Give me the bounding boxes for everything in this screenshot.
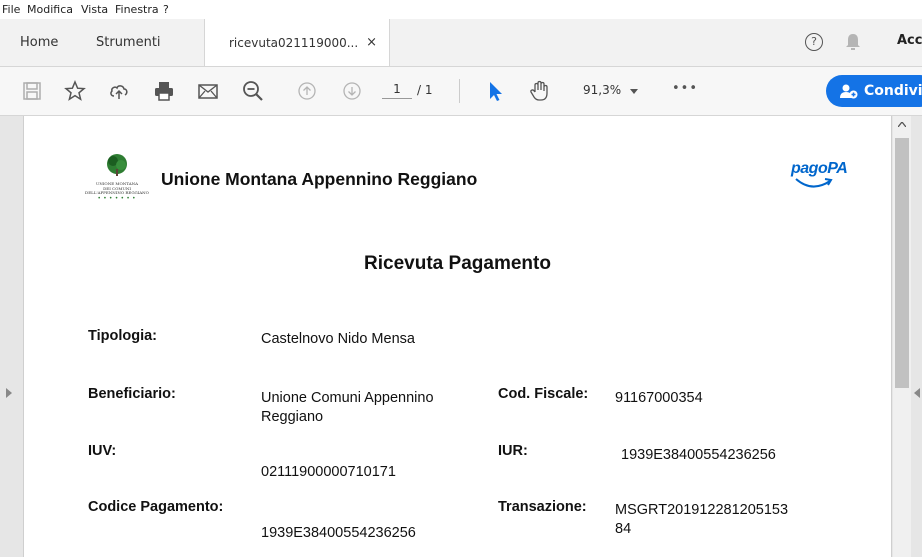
- document-area: UNIONE MONTANA DEI COMUNI DELL'APPENNINO…: [0, 116, 922, 557]
- transazione-label: Transazione:: [498, 499, 587, 515]
- toolbar-divider: [459, 79, 460, 103]
- tipologia-label: Tipologia:: [88, 328, 158, 344]
- transazione-line-1: MSGRT201912281205153: [615, 502, 789, 518]
- beneficiario-line-1: Unione Comuni Appennino: [261, 390, 434, 406]
- tab-document-label: ricevuta021119000...: [229, 35, 359, 50]
- tab-home-label: Home: [20, 35, 59, 50]
- transazione-value: MSGRT201912281205153 84: [615, 501, 788, 539]
- tab-home[interactable]: Home: [20, 19, 58, 66]
- menu-vista[interactable]: Vista: [81, 3, 108, 16]
- logo-line-3: DELL'APPENNINO REGGIANO: [85, 190, 149, 195]
- document-title: Ricevuta Pagamento: [364, 253, 551, 274]
- help-icon[interactable]: ?: [805, 33, 823, 51]
- menu-file[interactable]: File: [2, 3, 20, 16]
- cod-fiscale-value: 91167000354: [615, 390, 703, 406]
- share-button[interactable]: Condivi: [826, 75, 922, 107]
- share-button-label: Condivi: [864, 83, 922, 99]
- menu-bar: File Modifica Vista Finestra ?: [0, 0, 922, 19]
- union-logo: UNIONE MONTANA DEI COMUNI DELL'APPENNINO…: [84, 153, 150, 202]
- menu-finestra[interactable]: Finestra: [115, 3, 159, 16]
- iur-label: IUR:: [498, 443, 528, 459]
- account-label[interactable]: Acc: [897, 33, 922, 48]
- save-icon[interactable]: [20, 79, 44, 103]
- print-icon[interactable]: [152, 79, 176, 103]
- iuv-label: IUV:: [88, 443, 117, 459]
- tab-strumenti[interactable]: Strumenti: [96, 19, 161, 66]
- pdf-page: UNIONE MONTANA DEI COMUNI DELL'APPENNINO…: [23, 116, 892, 557]
- close-tab-icon[interactable]: ×: [366, 35, 377, 50]
- organization-name: Unione Montana Appennino Reggiano: [161, 169, 478, 189]
- tree-logo-icon: [107, 154, 127, 176]
- codice-pagamento-value: 1939E38400554236256: [261, 525, 416, 541]
- cloud-upload-icon[interactable]: [107, 79, 131, 103]
- right-panel-toggle-icon[interactable]: [914, 388, 920, 398]
- iur-value: 1939E38400554236256: [621, 447, 776, 463]
- more-tools-icon[interactable]: •••: [672, 81, 698, 96]
- tipologia-value: Castelnovo Nido Mensa: [261, 331, 415, 347]
- page-down-icon[interactable]: [340, 79, 364, 103]
- zoom-out-icon[interactable]: [241, 79, 265, 103]
- page-number-input[interactable]: 1: [382, 82, 412, 99]
- iuv-value: 02111900000710171: [261, 464, 396, 480]
- page-total: / 1: [417, 83, 433, 97]
- beneficiario-label: Beneficiario:: [88, 386, 176, 402]
- tab-document[interactable]: ricevuta021119000... ×: [204, 19, 390, 66]
- zoom-level[interactable]: 91,3%: [583, 83, 621, 97]
- tab-strumenti-label: Strumenti: [96, 35, 161, 50]
- add-user-icon: [840, 84, 858, 99]
- star-icon[interactable]: [63, 79, 87, 103]
- bell-icon[interactable]: [845, 32, 861, 52]
- page-up-icon[interactable]: [295, 79, 319, 103]
- chevron-down-icon[interactable]: [630, 89, 638, 94]
- vertical-scrollbar[interactable]: [893, 116, 911, 557]
- hand-tool-icon[interactable]: [527, 79, 551, 103]
- pagopa-logo: pagoPA: [791, 160, 848, 177]
- pagopa-swoosh-icon: [795, 178, 833, 188]
- cod-fiscale-label: Cod. Fiscale:: [498, 386, 589, 402]
- codice-pagamento-label: Codice Pagamento:: [88, 499, 224, 515]
- menu-modifica[interactable]: Modifica: [27, 3, 73, 16]
- select-cursor-icon[interactable]: [483, 79, 507, 103]
- menu-help[interactable]: ?: [163, 3, 169, 16]
- left-panel-toggle-icon[interactable]: [6, 388, 12, 398]
- scroll-up-icon[interactable]: [898, 122, 906, 127]
- beneficiario-value: Unione Comuni Appennino Reggiano: [261, 389, 434, 427]
- scrollbar-thumb[interactable]: [895, 138, 909, 388]
- toolbar: 1 / 1 91,3% ••• Condivi: [0, 67, 922, 116]
- mail-icon[interactable]: [196, 79, 220, 103]
- tab-bar: Home Strumenti ricevuta021119000... × ? …: [0, 19, 922, 67]
- beneficiario-line-2: Reggiano: [261, 409, 324, 425]
- transazione-line-2: 84: [615, 521, 632, 537]
